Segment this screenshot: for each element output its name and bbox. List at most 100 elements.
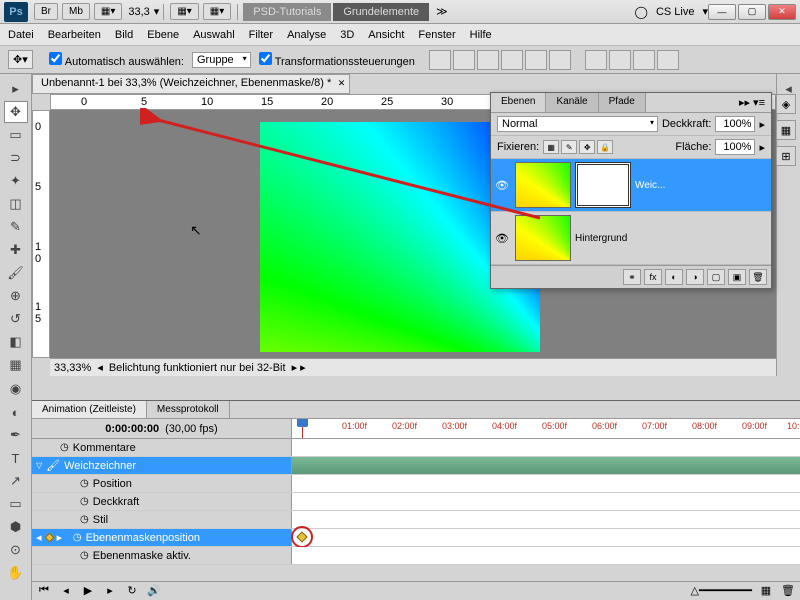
timecode-display[interactable]: 0:00:00:00 (30,00 fps) [32, 419, 292, 438]
tab-messprotokoll[interactable]: Messprotokoll [147, 401, 230, 418]
track-weichzeichner[interactable]: ▽🖌Weichzeichner [32, 457, 800, 475]
distribute-icon[interactable] [657, 50, 679, 70]
wand-tool[interactable]: ✦ [4, 170, 28, 192]
keyframe-nav-prev-icon[interactable]: ◂ [36, 531, 42, 544]
menu-auswahl[interactable]: Auswahl [193, 29, 235, 41]
tab-kanaele[interactable]: Kanäle [546, 93, 598, 112]
align-icon[interactable] [501, 50, 523, 70]
arrange-button[interactable]: ▦▾ [170, 3, 198, 20]
menu-bearbeiten[interactable]: Bearbeiten [48, 29, 101, 41]
distribute-icon[interactable] [633, 50, 655, 70]
gradient-tool[interactable]: ▦ [4, 354, 28, 376]
extras-button[interactable]: ▦▾ [203, 3, 231, 20]
expand-icon[interactable]: ▸ [4, 78, 28, 100]
heal-tool[interactable]: ✚ [4, 239, 28, 261]
minimize-button[interactable]: — [708, 4, 736, 20]
close-button[interactable]: ✕ [768, 4, 796, 20]
stopwatch-icon[interactable]: ◷ [80, 514, 89, 525]
shape-tool[interactable]: ▭ [4, 493, 28, 515]
document-tab[interactable]: Unbenannt-1 bei 33,3% (Weichzeichner, Eb… [32, 74, 350, 94]
audio-icon[interactable]: 🔊 [146, 584, 162, 598]
play-icon[interactable]: ▶ [80, 584, 96, 598]
keyframe-icon[interactable] [44, 533, 54, 543]
layer-weichzeichner[interactable]: 👁 Weic... [491, 159, 771, 212]
keyframe-marker[interactable] [296, 531, 307, 542]
align-icon[interactable] [429, 50, 451, 70]
status-zoom[interactable]: 33,33% [54, 362, 91, 374]
playhead[interactable] [302, 419, 303, 438]
opacity-input[interactable]: 100% [715, 116, 755, 132]
workspace-tab-grund[interactable]: Grundelemente [333, 3, 429, 21]
tab-ebenen[interactable]: Ebenen [491, 93, 546, 112]
stopwatch-icon[interactable]: ◷ [60, 442, 69, 453]
zoom-slider[interactable]: △━━━━━━━━ [691, 584, 752, 597]
distribute-icon[interactable] [609, 50, 631, 70]
align-icon[interactable] [525, 50, 547, 70]
blend-mode-dropdown[interactable]: Normal [497, 116, 658, 132]
stamp-tool[interactable]: ⊕ [4, 285, 28, 307]
menu-ebene[interactable]: Ebene [147, 29, 179, 41]
keyframe-nav-next-icon[interactable]: ▸ [57, 531, 63, 544]
adjust-icon[interactable]: ◑ [686, 269, 704, 285]
screenmode-button[interactable]: ▦▾ [94, 3, 122, 20]
move-tool-icon[interactable]: ✥▾ [8, 50, 33, 69]
blur-tool[interactable]: ◉ [4, 378, 28, 400]
layer-thumbnail[interactable] [515, 215, 571, 261]
track-deckkraft[interactable]: ◷Deckkraft [32, 493, 800, 511]
type-tool[interactable]: T [4, 447, 28, 469]
timeline-ruler[interactable]: 01:00f 02:00f 03:00f 04:00f 05:00f 06:00… [292, 419, 800, 438]
bridge-button[interactable]: Br [34, 3, 58, 20]
track-stil[interactable]: ◷Stil [32, 511, 800, 529]
menu-fenster[interactable]: Fenster [418, 29, 455, 41]
rewind-icon[interactable]: ⏮ [36, 584, 52, 598]
fill-input[interactable]: 100% [715, 139, 755, 155]
brush-tool[interactable]: 🖌 [4, 262, 28, 284]
marquee-tool[interactable]: ▭ [4, 124, 28, 146]
track-kommentare[interactable]: ◷Kommentare [32, 439, 800, 457]
history-brush-tool[interactable]: ↺ [4, 308, 28, 330]
3d-camera-tool[interactable]: ⊙ [4, 539, 28, 561]
auto-select-dropdown[interactable]: Gruppe [192, 52, 251, 68]
menu-datei[interactable]: Datei [8, 29, 34, 41]
layer-name[interactable]: Weic... [635, 180, 767, 191]
menu-3d[interactable]: 3D [340, 29, 354, 41]
hand-tool[interactable]: ✋ [4, 562, 28, 584]
mask-icon[interactable]: ◐ [665, 269, 683, 285]
vertical-ruler[interactable]: 0 5 10 15 [32, 110, 50, 358]
layer-name[interactable]: Hintergrund [575, 233, 767, 244]
menu-ansicht[interactable]: Ansicht [368, 29, 404, 41]
crop-tool[interactable]: ◫ [4, 193, 28, 215]
transform-controls-checkbox[interactable]: Transformationssteuerungen [259, 52, 415, 68]
tab-animation[interactable]: Animation (Zeitleiste) [32, 401, 147, 418]
zoom-value[interactable]: 33,3 [124, 6, 153, 18]
link-icon[interactable]: ⚭ [623, 269, 641, 285]
disclosure-icon[interactable]: ▽ [36, 461, 42, 470]
trash-icon[interactable]: 🗑 [749, 269, 767, 285]
lock-position-icon[interactable]: ✥ [579, 140, 595, 154]
eraser-tool[interactable]: ◧ [4, 331, 28, 353]
track-ebenenmaske-aktiv[interactable]: ◷Ebenenmaske aktiv. [32, 547, 800, 565]
path-tool[interactable]: ↗ [4, 470, 28, 492]
adjust-panel-icon[interactable]: ⊞ [776, 146, 796, 166]
close-tab-icon[interactable]: ✕ [338, 78, 346, 89]
loop-icon[interactable]: ↻ [124, 584, 140, 598]
menu-hilfe[interactable]: Hilfe [470, 29, 492, 41]
swatch-panel-icon[interactable]: ▦ [776, 120, 796, 140]
lock-transparency-icon[interactable]: ▦ [543, 140, 559, 154]
layer-mask-thumbnail[interactable] [575, 162, 631, 208]
pen-tool[interactable]: ✒ [4, 424, 28, 446]
align-icon[interactable] [477, 50, 499, 70]
workspace-more-icon[interactable]: ≫ [430, 5, 454, 18]
track-ebenenmaskenposition[interactable]: ◂▸ ◷Ebenenmaskenposition [32, 529, 800, 547]
panel-menu-icon[interactable]: ▸▸ ▾≡ [733, 93, 771, 112]
cslive-button[interactable]: CS Live [648, 4, 703, 20]
lock-all-icon[interactable]: 🔒 [597, 140, 613, 154]
3d-tool[interactable]: ⬢ [4, 516, 28, 538]
convert-icon[interactable]: ▦ [758, 584, 774, 598]
stopwatch-icon[interactable]: ◷ [80, 478, 89, 489]
color-panel-icon[interactable]: ◈ [776, 94, 796, 114]
visibility-icon[interactable]: 👁 [495, 179, 511, 192]
maximize-button[interactable]: ▢ [738, 4, 766, 20]
minibridge-button[interactable]: Mb [62, 3, 90, 20]
trash-icon[interactable]: 🗑 [780, 584, 796, 598]
